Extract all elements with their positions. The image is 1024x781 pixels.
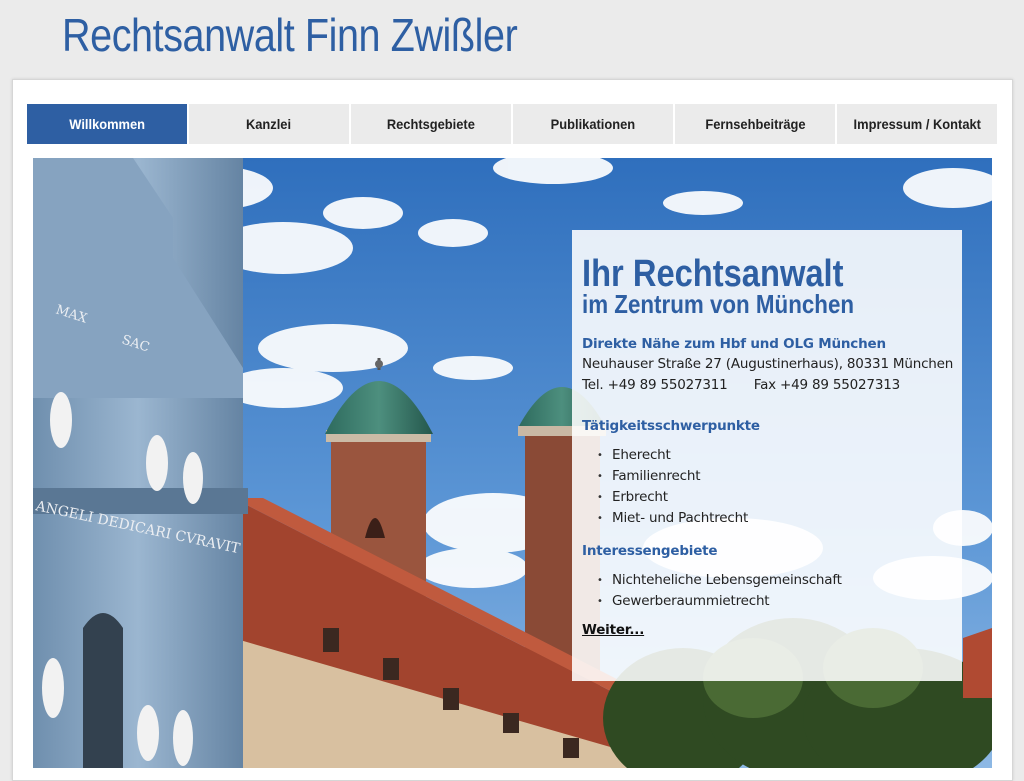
info-panel: Ihr Rechtsanwalt im Zentrum von München …: [572, 230, 962, 681]
nav-item-rechtsgebiete[interactable]: Rechtsgebiete: [351, 104, 511, 144]
location-note: Direkte Nähe zum Hbf und OLG München: [582, 336, 886, 352]
contact-line: Tel. +49 89 55027311 Fax +49 89 55027313: [582, 375, 952, 396]
nav-item-fernsehbeitraege[interactable]: Fernsehbeiträge: [675, 104, 835, 144]
nav-item-kanzlei[interactable]: Kanzlei: [189, 104, 349, 144]
list-item: Gewerberaummietrecht: [597, 591, 952, 612]
site-title[interactable]: Rechtsanwalt Finn Zwißler: [62, 6, 518, 64]
nav-item-label: Willkommen: [69, 116, 145, 132]
list-item: Miet- und Pachtrecht: [597, 508, 952, 529]
focus-section-title: Tätigkeitsschwerpunkte: [582, 418, 760, 434]
list-item: Erbrecht: [597, 487, 952, 508]
nav-item-label: Rechtsgebiete: [386, 116, 476, 132]
interest-list: Nichteheliche Lebensgemeinschaft Gewerbe…: [582, 570, 952, 612]
fax-number: Fax +49 89 55027313: [753, 377, 900, 393]
address: Neuhauser Straße 27 (Augustinerhaus), 80…: [582, 356, 954, 372]
nav-item-willkommen[interactable]: Willkommen: [27, 104, 187, 144]
list-item: Eherecht: [597, 445, 952, 466]
interest-section-title: Interessengebiete: [582, 543, 718, 559]
nav-item-label: Kanzlei: [246, 116, 292, 132]
list-item: Familienrecht: [597, 466, 952, 487]
nav-item-impressum-kontakt[interactable]: Impressum / Kontakt: [837, 104, 997, 144]
nav-item-label: Fernsehbeiträge: [704, 116, 806, 132]
phone-number: Tel. +49 89 55027311: [582, 377, 728, 393]
focus-list: Eherecht Familienrecht Erbrecht Miet- un…: [582, 445, 952, 529]
more-link[interactable]: Weiter...: [582, 622, 644, 638]
list-item: Nichteheliche Lebensgemeinschaft: [597, 570, 952, 591]
panel-subheading: im Zentrum von München: [582, 289, 855, 319]
nav-item-label: Impressum / Kontakt: [853, 116, 981, 132]
nav-item-label: Publikationen: [550, 116, 636, 132]
main-navigation: Willkommen Kanzlei Rechtsgebiete Publika…: [27, 104, 997, 144]
nav-item-publikationen[interactable]: Publikationen: [513, 104, 673, 144]
